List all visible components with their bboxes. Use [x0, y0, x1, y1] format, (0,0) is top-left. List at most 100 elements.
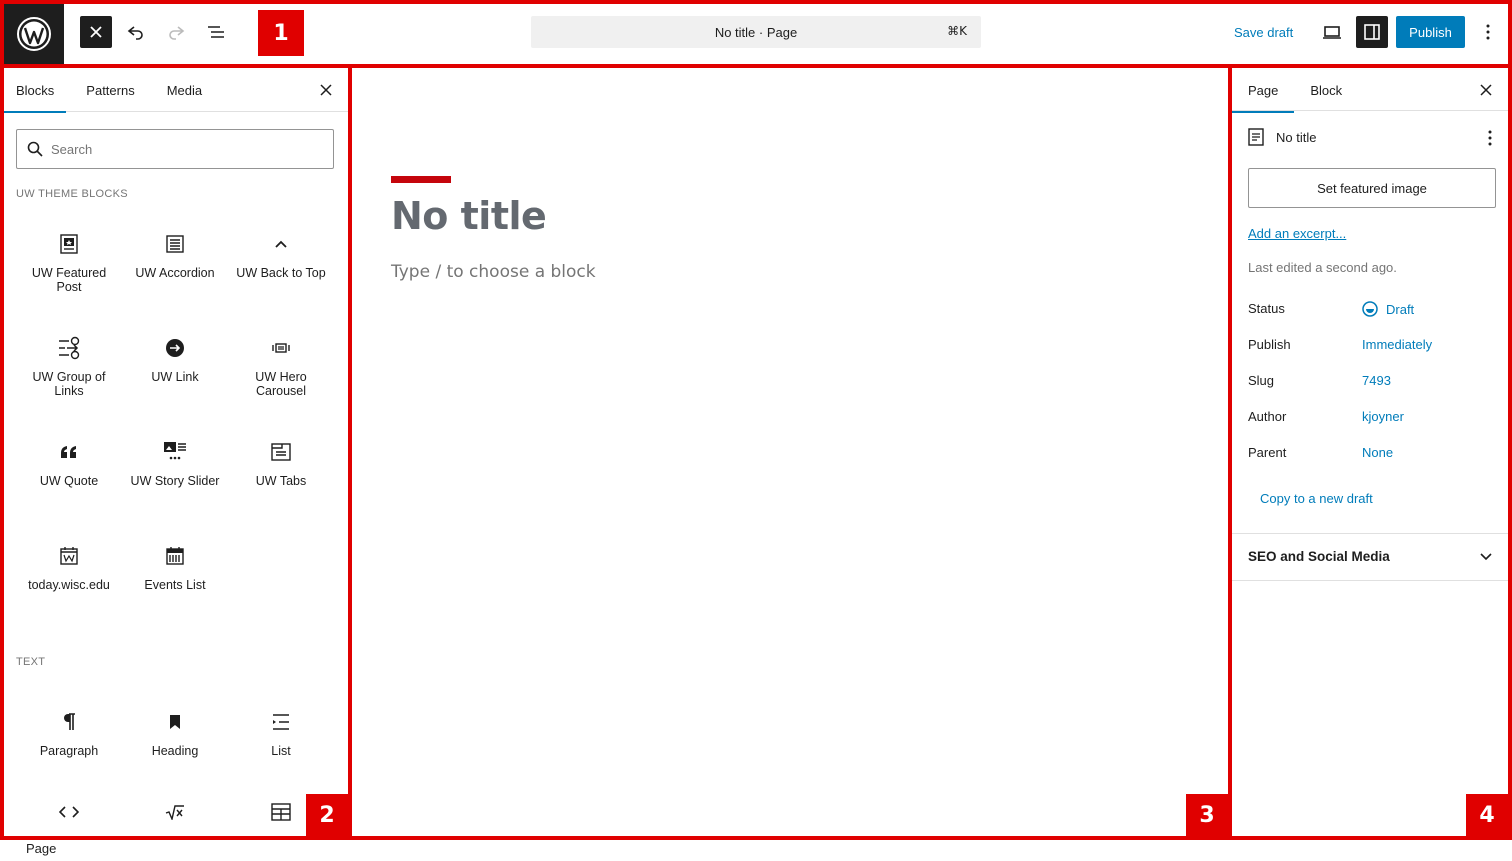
tab-blocks[interactable]: Blocks	[4, 68, 67, 113]
last-edited-text: Last edited a second ago.	[1248, 260, 1397, 275]
publish-button[interactable]: Publish	[1396, 16, 1465, 48]
block-label: today.wisc.edu	[28, 578, 110, 592]
section-title-uw-theme: UW THEME BLOCKS	[16, 188, 128, 200]
close-icon	[1480, 84, 1492, 96]
meta-key: Publish	[1248, 337, 1291, 352]
block-uw-accordion[interactable]: UW Accordion	[122, 218, 228, 322]
kebab-icon	[1488, 130, 1492, 146]
undo-icon	[127, 26, 143, 40]
block-heading[interactable]: Heading	[122, 696, 228, 800]
text-block-grid: Paragraph Heading List	[16, 696, 334, 836]
save-draft-button[interactable]: Save draft	[1224, 16, 1303, 48]
events-calendar-icon	[163, 544, 187, 568]
draft-status-icon	[1362, 301, 1378, 317]
meta-row-publish: Publish Immediately	[1248, 337, 1496, 352]
undo-button[interactable]	[120, 16, 152, 48]
block-paragraph[interactable]: Paragraph	[16, 696, 122, 800]
meta-row-status: Status Draft	[1248, 301, 1496, 317]
block-uw-story-slider[interactable]: UW Story Slider	[122, 426, 228, 530]
block-math[interactable]	[122, 800, 228, 836]
parent-button[interactable]: None	[1362, 445, 1393, 460]
author-button[interactable]: kjoyner	[1362, 409, 1404, 424]
settings-sidebar: Page Block No title Set featured image A…	[1232, 68, 1508, 836]
meta-row-parent: Parent None	[1248, 445, 1496, 460]
tab-media[interactable]: Media	[155, 68, 214, 112]
seo-panel-toggle[interactable]: SEO and Social Media	[1248, 549, 1492, 564]
group-links-icon	[57, 336, 81, 360]
chevron-up-icon	[269, 232, 293, 256]
block-uw-quote[interactable]: UW Quote	[16, 426, 122, 530]
featured-post-icon	[57, 232, 81, 256]
block-label: UW Story Slider	[130, 474, 220, 488]
redo-icon	[169, 26, 185, 40]
block-search-input[interactable]: Search	[16, 129, 334, 169]
quote-icon	[57, 440, 81, 464]
block-label: UW Tabs	[255, 474, 307, 488]
close-inserter-button[interactable]	[80, 16, 112, 48]
arrow-circle-icon	[163, 336, 187, 360]
block-label: UW Quote	[39, 474, 99, 488]
wordpress-logo-button[interactable]	[4, 4, 64, 64]
shortcut-hint: ⌘K	[947, 24, 967, 38]
accordion-icon	[163, 232, 187, 256]
block-uw-tabs[interactable]: UW Tabs	[228, 426, 334, 530]
carousel-icon	[269, 336, 293, 360]
uw-theme-block-grid: UW Featured Post UW Accordion UW Back to…	[16, 218, 334, 634]
block-uw-link[interactable]: UW Link	[122, 322, 228, 426]
close-sidebar-button[interactable]	[1474, 78, 1498, 102]
set-featured-image-button[interactable]: Set featured image	[1248, 168, 1496, 208]
block-uw-back-to-top[interactable]: UW Back to Top	[228, 218, 334, 322]
code-icon	[57, 800, 81, 824]
list-view-icon	[208, 26, 224, 38]
tab-patterns[interactable]: Patterns	[74, 68, 146, 112]
footer-breadcrumb[interactable]: Page	[26, 841, 56, 856]
options-button[interactable]	[1474, 16, 1502, 48]
divider	[1232, 533, 1508, 534]
block-label: UW Link	[151, 370, 199, 384]
block-label: List	[271, 744, 291, 758]
chevron-down-icon	[1480, 552, 1492, 560]
status-value-button[interactable]: Draft	[1362, 301, 1414, 317]
callout-number-3: 3	[1186, 794, 1228, 836]
document-actions-button[interactable]	[1488, 130, 1492, 151]
add-excerpt-link[interactable]: Add an excerpt...	[1248, 226, 1346, 241]
close-inserter-panel-button[interactable]	[314, 78, 338, 102]
block-events-list[interactable]: Events List	[122, 530, 228, 634]
block-label: Events List	[144, 578, 206, 592]
tab-page[interactable]: Page	[1232, 68, 1295, 113]
block-appender-prompt[interactable]: Type / to choose a block	[391, 262, 596, 282]
list-icon	[269, 710, 293, 734]
copy-to-draft-button[interactable]: Copy to a new draft	[1260, 491, 1373, 506]
slug-button[interactable]: 7493	[1362, 373, 1391, 388]
math-icon	[163, 800, 187, 824]
block-label: UW Featured Post	[31, 266, 107, 294]
block-uw-group-of-links[interactable]: UW Group of Links	[16, 322, 122, 426]
search-icon	[27, 141, 43, 157]
command-palette-bar[interactable]: No title · Page ⌘K	[531, 16, 981, 48]
block-list[interactable]: List	[228, 696, 334, 800]
bookmark-icon	[163, 710, 187, 734]
block-uw-featured-post[interactable]: UW Featured Post	[16, 218, 122, 322]
redo-button[interactable]	[160, 16, 192, 48]
tabs-icon	[269, 440, 293, 464]
post-title[interactable]: No title	[391, 194, 547, 238]
story-slider-icon	[163, 440, 187, 464]
editor-canvas[interactable]: No title Type / to choose a block	[352, 68, 1228, 836]
meta-key: Status	[1248, 301, 1285, 316]
document-title-label: No title · Page	[714, 24, 798, 40]
block-label: Paragraph	[39, 744, 99, 758]
publish-date-button[interactable]: Immediately	[1362, 337, 1432, 352]
block-today-wisc[interactable]: today.wisc.edu	[16, 530, 122, 634]
block-label: Heading	[151, 744, 199, 758]
block-uw-hero-carousel[interactable]: UW Hero Carousel	[228, 322, 334, 426]
tab-block[interactable]: Block	[1294, 68, 1358, 112]
block-code[interactable]	[16, 800, 122, 836]
section-title-text: TEXT	[16, 656, 46, 668]
document-overview-button[interactable]	[200, 16, 232, 48]
settings-toggle-button[interactable]	[1356, 16, 1388, 48]
sidebar-toggle-icon	[1364, 24, 1380, 40]
meta-value: Draft	[1386, 301, 1415, 317]
title-accent-bar	[391, 176, 451, 183]
preview-button[interactable]	[1316, 16, 1348, 48]
block-label: UW Group of Links	[32, 370, 106, 398]
